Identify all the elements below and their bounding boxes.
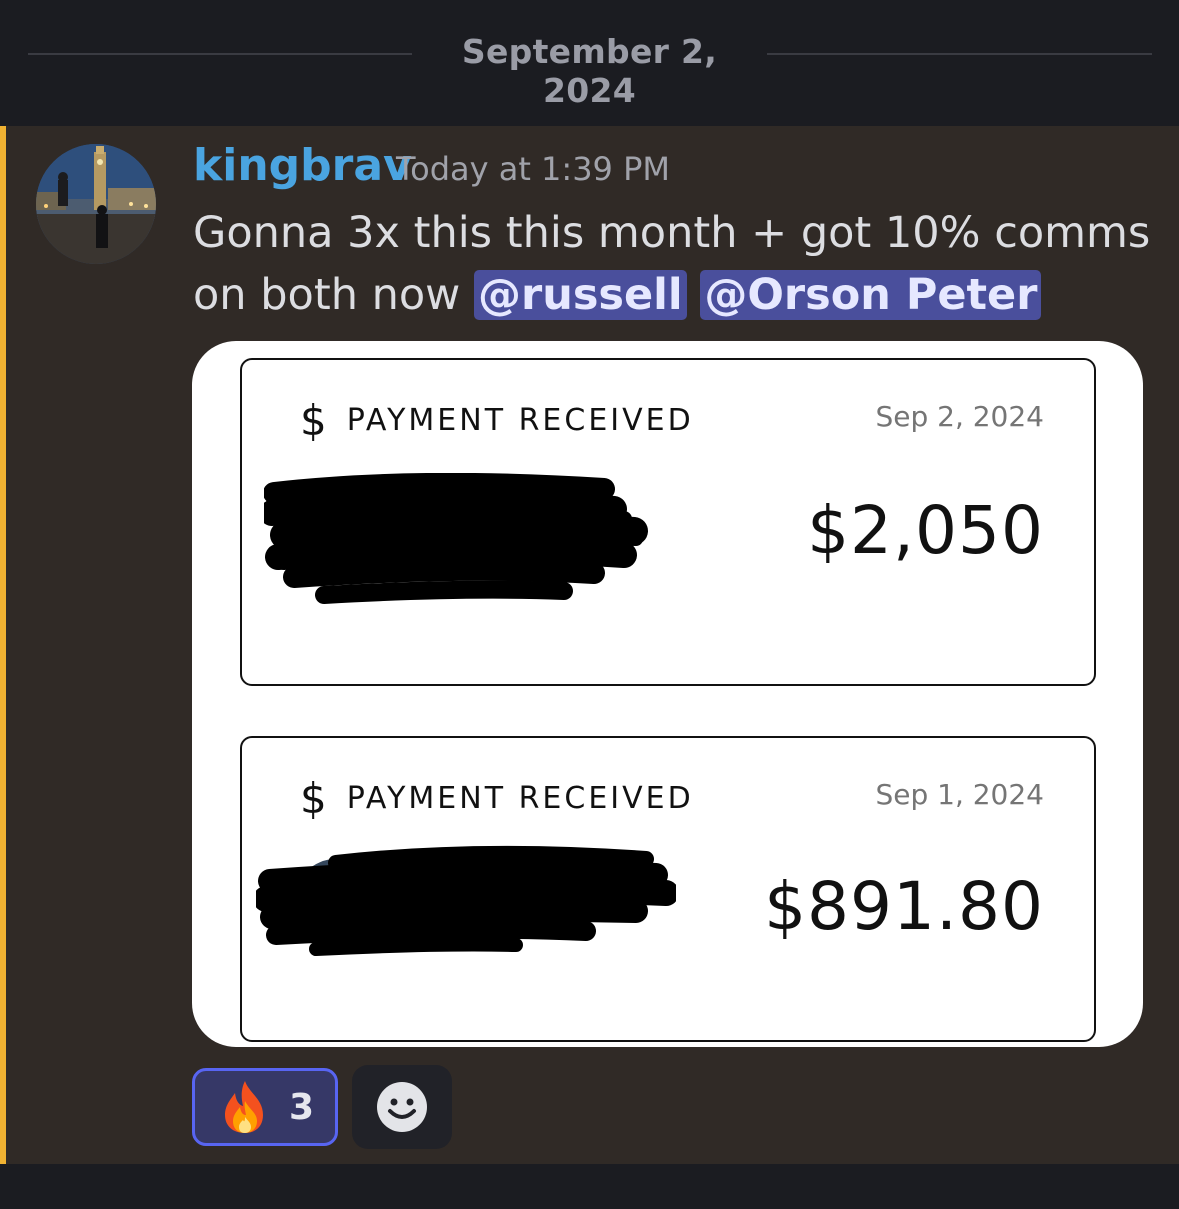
chat-message[interactable]: kingbrav Today at 1:39 PM Gonna 3x this … (0, 126, 1179, 1164)
image-attachment[interactable]: $ PAYMENT RECEIVED Sep 2, 2024 $2,050 $ … (192, 341, 1143, 1047)
avatar[interactable] (36, 144, 156, 264)
redacted-payer-scribble (256, 845, 676, 956)
payment-title: PAYMENT RECEIVED (346, 781, 694, 816)
message-author[interactable]: kingbrav (193, 140, 412, 191)
payment-amount: $2,050 (807, 492, 1044, 569)
mention-russell[interactable]: @russell (474, 270, 687, 320)
reactions-bar: 3 (192, 1065, 452, 1149)
payment-header: $ PAYMENT RECEIVED (300, 774, 694, 823)
divider-line-left (28, 53, 412, 55)
message-timestamp: Today at 1:39 PM (396, 150, 670, 188)
date-divider: September 2, 2024 (0, 0, 1179, 126)
divider-date: September 2, 2024 (461, 32, 718, 110)
payment-title: PAYMENT RECEIVED (346, 403, 694, 438)
mention-orson-peter[interactable]: @Orson Peter (700, 270, 1042, 320)
message-content: Gonna 3x this this month + got 10% comms… (193, 202, 1153, 326)
payment-date: Sep 1, 2024 (875, 778, 1044, 811)
payment-header: $ PAYMENT RECEIVED (300, 396, 694, 445)
payment-card: $ PAYMENT RECEIVED Sep 1, 2024 $891.80 (240, 736, 1096, 1042)
reaction-fire[interactable]: 3 (192, 1068, 338, 1146)
smiley-add-reaction-icon (377, 1082, 427, 1132)
add-reaction-button[interactable] (352, 1065, 452, 1149)
redacted-payer-scribble (264, 473, 648, 604)
dollar-sign-icon: $ (300, 774, 327, 823)
fire-icon (225, 1081, 263, 1133)
mention-highlight-bar (0, 126, 6, 1164)
bottom-area (0, 1164, 1179, 1209)
payment-card: $ PAYMENT RECEIVED Sep 2, 2024 $2,050 (240, 358, 1096, 686)
payment-amount: $891.80 (764, 868, 1044, 945)
divider-line-right (767, 53, 1152, 55)
payment-date: Sep 2, 2024 (875, 400, 1044, 433)
reaction-count: 3 (289, 1086, 315, 1128)
avatar-photo (36, 144, 156, 264)
dollar-sign-icon: $ (300, 396, 327, 445)
